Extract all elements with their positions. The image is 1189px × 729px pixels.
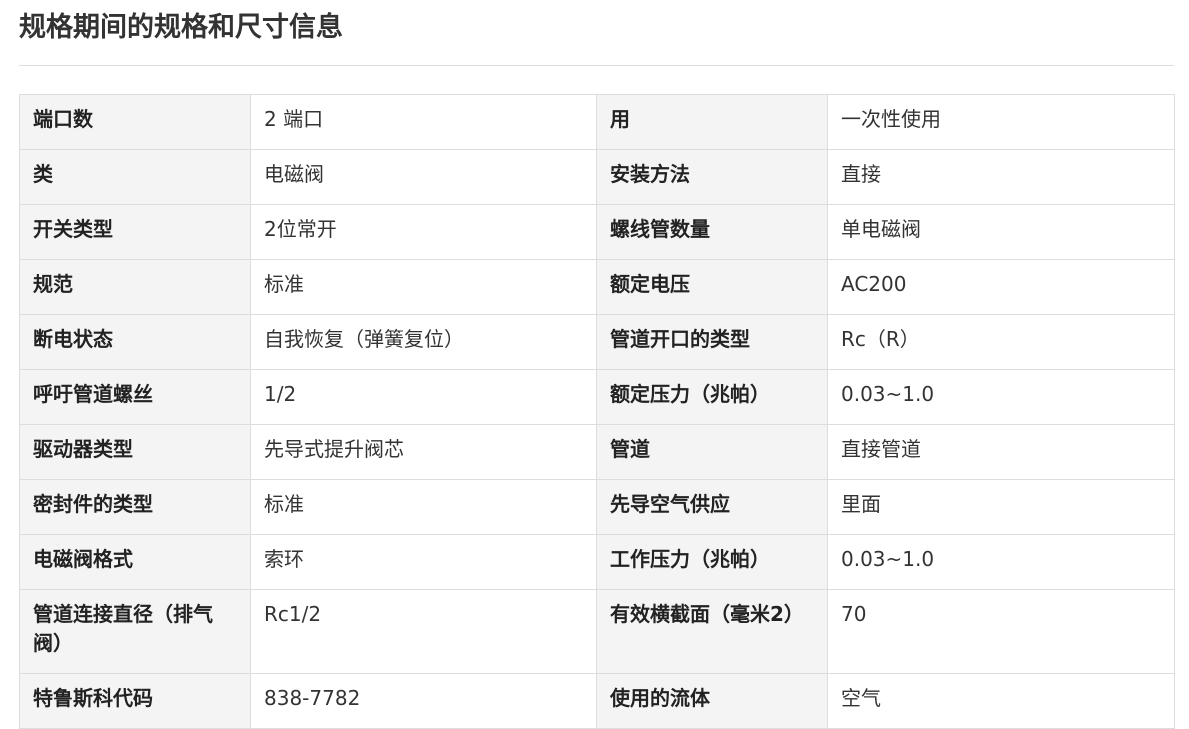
- spec-label: 端口数: [19, 94, 251, 150]
- spec-label: 管道连接直径（排气阀）: [19, 589, 251, 674]
- spec-label: 先导空气供应: [596, 479, 828, 535]
- table-row: 开关类型 2位常开 螺线管数量 单电磁阀: [19, 204, 1175, 260]
- spec-label: 有效横截面（毫米2）: [596, 589, 828, 674]
- spec-label: 用: [596, 94, 828, 150]
- spec-value: Rc（R）: [827, 314, 1175, 370]
- spec-label: 特鲁斯科代码: [19, 673, 251, 729]
- spec-label: 管道: [596, 424, 828, 480]
- spec-value: 电磁阀: [250, 149, 597, 205]
- table-row: 特鲁斯科代码 838-7782 使用的流体 空气: [19, 673, 1175, 729]
- page-title: 规格期间的规格和尺寸信息: [19, 12, 343, 43]
- spec-value: 单电磁阀: [827, 204, 1175, 260]
- spec-label: 密封件的类型: [19, 479, 251, 535]
- spec-table: 端口数 2 端口 用 一次性使用 类 电磁阀 安装方法 直接 开关类型 2位常开…: [19, 94, 1175, 729]
- spec-value: 直接管道: [827, 424, 1175, 480]
- table-row: 类 电磁阀 安装方法 直接: [19, 149, 1175, 205]
- spec-label: 断电状态: [19, 314, 251, 370]
- table-row: 规范 标准 额定电压 AC200: [19, 259, 1175, 315]
- table-row: 驱动器类型 先导式提升阀芯 管道 直接管道: [19, 424, 1175, 480]
- spec-value: 2位常开: [250, 204, 597, 260]
- table-row: 断电状态 自我恢复（弹簧复位） 管道开口的类型 Rc（R）: [19, 314, 1175, 370]
- spec-label: 使用的流体: [596, 673, 828, 729]
- spec-value: 0.03~1.0: [827, 369, 1175, 425]
- table-row: 管道连接直径（排气阀） Rc1/2 有效横截面（毫米2） 70: [19, 589, 1175, 674]
- spec-label: 额定电压: [596, 259, 828, 315]
- spec-label: 开关类型: [19, 204, 251, 260]
- table-row: 端口数 2 端口 用 一次性使用: [19, 94, 1175, 150]
- spec-value: 838-7782: [250, 673, 597, 729]
- spec-label: 安装方法: [596, 149, 828, 205]
- spec-value: 标准: [250, 259, 597, 315]
- spec-value: Rc1/2: [250, 589, 597, 674]
- spec-value: 索环: [250, 534, 597, 590]
- spec-value: 先导式提升阀芯: [250, 424, 597, 480]
- spec-value: 2 端口: [250, 94, 597, 150]
- spec-value: 0.03~1.0: [827, 534, 1175, 590]
- table-row: 电磁阀格式 索环 工作压力（兆帕） 0.03~1.0: [19, 534, 1175, 590]
- title-divider: [19, 65, 1174, 66]
- spec-value: 一次性使用: [827, 94, 1175, 150]
- spec-label: 类: [19, 149, 251, 205]
- spec-value: 直接: [827, 149, 1175, 205]
- spec-value: 里面: [827, 479, 1175, 535]
- spec-value: 自我恢复（弹簧复位）: [250, 314, 597, 370]
- table-row: 密封件的类型 标准 先导空气供应 里面: [19, 479, 1175, 535]
- spec-value: 70: [827, 589, 1175, 674]
- table-row: 呼吁管道螺丝 1/2 额定压力（兆帕） 0.03~1.0: [19, 369, 1175, 425]
- spec-value: 1/2: [250, 369, 597, 425]
- spec-label: 驱动器类型: [19, 424, 251, 480]
- spec-label: 工作压力（兆帕）: [596, 534, 828, 590]
- spec-label: 规范: [19, 259, 251, 315]
- spec-value: AC200: [827, 259, 1175, 315]
- spec-label: 电磁阀格式: [19, 534, 251, 590]
- page: 规格期间的规格和尺寸信息 端口数 2 端口 用 一次性使用 类 电磁阀 安装方法…: [0, 0, 1189, 729]
- spec-value: 标准: [250, 479, 597, 535]
- spec-label: 呼吁管道螺丝: [19, 369, 251, 425]
- spec-value: 空气: [827, 673, 1175, 729]
- spec-label: 额定压力（兆帕）: [596, 369, 828, 425]
- spec-label: 管道开口的类型: [596, 314, 828, 370]
- spec-label: 螺线管数量: [596, 204, 828, 260]
